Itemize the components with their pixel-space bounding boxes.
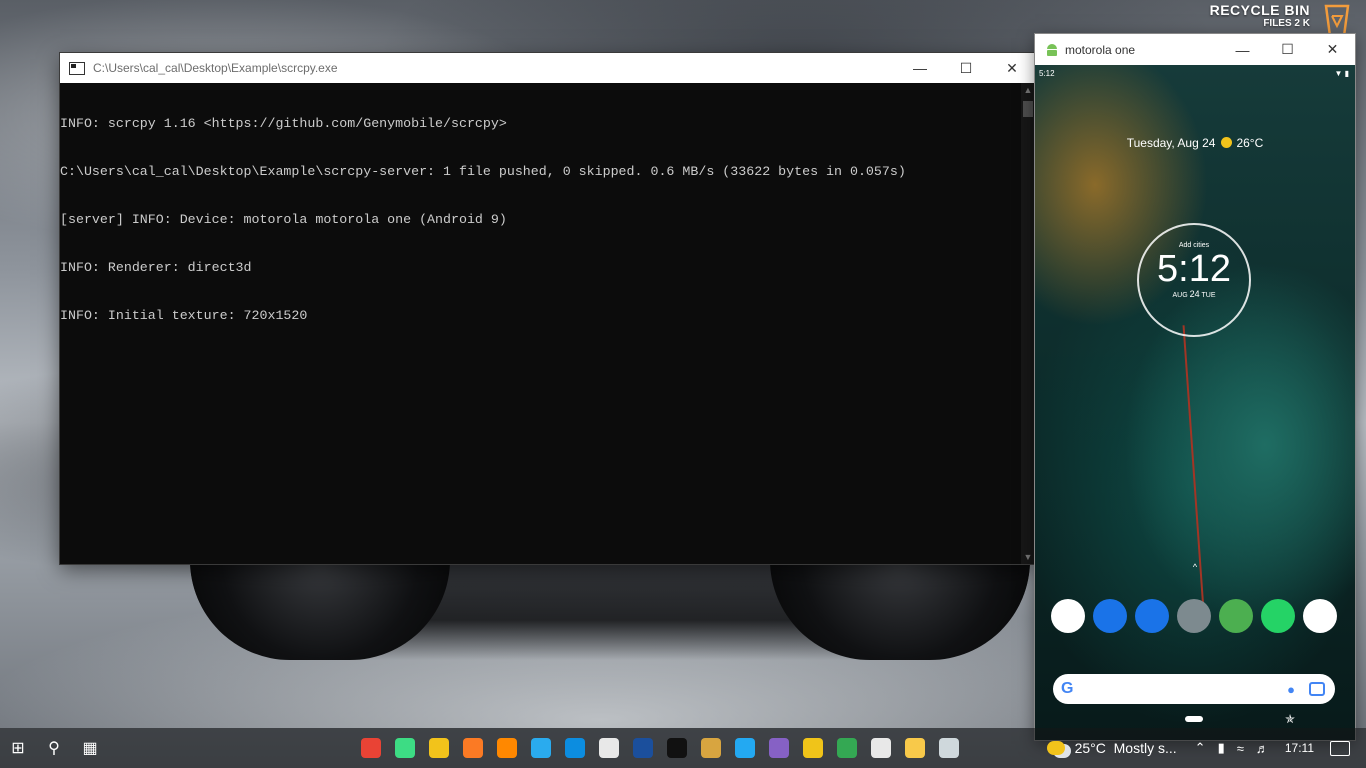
scroll-up-icon[interactable]: ▲	[1021, 83, 1035, 97]
chrome-icon[interactable]	[361, 738, 381, 758]
messages-icon[interactable]	[1135, 599, 1169, 633]
phone-nav-bar: ✯	[1035, 712, 1355, 728]
cube-icon[interactable]	[701, 738, 721, 758]
console-output[interactable]: INFO: scrcpy 1.16 <https://github.com/Ge…	[60, 83, 1021, 564]
recycle-bin-subtitle: FILES 2 K	[1263, 18, 1310, 29]
console-line: [server] INFO: Device: motorola motorola…	[60, 212, 507, 227]
date-text: Tuesday, Aug 24	[1126, 136, 1216, 150]
start-icon[interactable]: ⊞	[0, 738, 36, 758]
google-icon: G	[1061, 680, 1074, 697]
app-dock	[1051, 599, 1355, 633]
recycle-bin[interactable]: RECYCLE BIN FILES 2 K	[1210, 2, 1310, 29]
clock-date: AUG 24 TUE	[1172, 289, 1216, 299]
phone-icon[interactable]	[1093, 599, 1127, 633]
xampp-icon[interactable]	[463, 738, 483, 758]
camera-icon[interactable]	[1177, 599, 1211, 633]
weather-widget[interactable]: 25°C Mostly s...	[1046, 740, 1177, 756]
console-line: INFO: Renderer: direct3d	[60, 260, 252, 275]
console-scrollbar[interactable]: ▲ ▼	[1021, 83, 1035, 564]
console-line: C:\Users\cal_cal\Desktop\Example\scrcpy-…	[60, 164, 906, 179]
accessibility-icon[interactable]: ✯	[1285, 712, 1295, 726]
console-window[interactable]: C:\Users\cal_cal\Desktop\Example\scrcpy.…	[60, 53, 1035, 564]
taskbar-apps	[355, 728, 967, 768]
status-icons: ▼ ▮	[1334, 69, 1349, 78]
scrollbar-thumb[interactable]	[1023, 101, 1033, 117]
pubg-icon[interactable]	[1051, 599, 1085, 633]
phone-title: motorola one	[1065, 42, 1136, 57]
scrcpy-icon[interactable]	[939, 738, 959, 758]
maximize-button[interactable]: ☐	[1265, 35, 1310, 65]
date-weather-widget[interactable]: Tuesday, Aug 24 26°C	[1035, 136, 1355, 150]
phone-screen[interactable]: 5:12 ▼ ▮ Tuesday, Aug 24 26°C Add cities …	[1035, 65, 1355, 740]
taskbar: ⊞ ⚲ ▦ 25°C Mostly s... ⌃ ▮ ≈ ♬ 17:11	[0, 728, 1366, 768]
volume-icon[interactable]: ♬	[1256, 741, 1269, 756]
stack-game-icon[interactable]	[1219, 599, 1253, 633]
scroll-down-icon[interactable]: ▼	[1021, 550, 1035, 564]
visual-studio-icon[interactable]	[769, 738, 789, 758]
need-for-speed-icon[interactable]	[667, 738, 687, 758]
recycle-bin-icon[interactable]	[1322, 4, 1352, 38]
home-pill[interactable]	[1185, 716, 1203, 722]
app-icon[interactable]	[633, 738, 653, 758]
console-title: C:\Users\cal_cal\Desktop\Example\scrcpy.…	[93, 61, 338, 75]
mic-icon[interactable]: ●	[1287, 682, 1295, 697]
close-button[interactable]: ✕	[989, 53, 1035, 83]
android-icon	[1047, 43, 1057, 56]
console-titlebar[interactable]: C:\Users\cal_cal\Desktop\Example\scrcpy.…	[60, 53, 1035, 83]
vlc-icon[interactable]	[497, 738, 517, 758]
clock-widget[interactable]: Add cities 5:12 AUG 24 TUE	[1137, 223, 1251, 337]
telegram-icon[interactable]	[531, 738, 551, 758]
phone-titlebar[interactable]: motorola one — ☐ ✕	[1035, 34, 1355, 65]
remote-icon[interactable]	[565, 738, 585, 758]
weather-temp: 25°C	[1074, 740, 1106, 756]
taskbar-clock[interactable]: 17:11	[1285, 741, 1314, 755]
maximize-button[interactable]: ☐	[943, 53, 989, 83]
news-icon[interactable]	[871, 738, 891, 758]
minimize-button[interactable]: —	[1220, 35, 1265, 65]
player-icon[interactable]	[429, 738, 449, 758]
app-drawer-caret-icon[interactable]: ^	[1035, 562, 1355, 572]
whatsapp-icon[interactable]	[1261, 599, 1295, 633]
vscode-icon[interactable]	[735, 738, 755, 758]
phone-status-bar: 5:12 ▼ ▮	[1039, 69, 1349, 78]
temperature: 26°C	[1236, 136, 1264, 150]
file-explorer-icon[interactable]	[905, 738, 925, 758]
google-search-bar[interactable]: G ●	[1053, 674, 1335, 704]
wallpaper-fern-stem	[1182, 325, 1206, 625]
recycle-bin-title: RECYCLE BIN	[1209, 2, 1310, 18]
search-icon[interactable]: ⚲	[36, 738, 72, 758]
close-button[interactable]: ✕	[1310, 35, 1355, 65]
notification-icon[interactable]	[1330, 740, 1350, 756]
store-icon[interactable]	[599, 738, 619, 758]
phone-window[interactable]: motorola one — ☐ ✕ 5:12 ▼ ▮ Tuesday, Aug…	[1035, 34, 1355, 740]
clock-time: 5:12	[1157, 248, 1231, 290]
call-of-duty-icon[interactable]	[1303, 599, 1337, 633]
mail-icon[interactable]	[803, 738, 823, 758]
status-time: 5:12	[1039, 69, 1055, 78]
wifi-icon[interactable]: ≈	[1237, 741, 1244, 756]
android-studio-icon[interactable]	[395, 738, 415, 758]
weather-icon	[1046, 741, 1065, 755]
chevron-up-icon[interactable]: ⌃	[1195, 740, 1206, 756]
sun-icon	[1221, 137, 1233, 148]
task-view-icon[interactable]: ▦	[72, 738, 108, 758]
chrome-2-icon[interactable]	[837, 738, 857, 758]
lens-icon[interactable]	[1309, 682, 1325, 696]
battery-icon[interactable]: ▮	[1218, 740, 1225, 756]
minimize-button[interactable]: —	[897, 53, 943, 83]
console-line: INFO: scrcpy 1.16 <https://github.com/Ge…	[60, 116, 507, 131]
weather-text: Mostly s...	[1113, 740, 1177, 756]
console-line: INFO: Initial texture: 720x1520	[60, 308, 308, 323]
console-app-icon	[69, 61, 85, 75]
